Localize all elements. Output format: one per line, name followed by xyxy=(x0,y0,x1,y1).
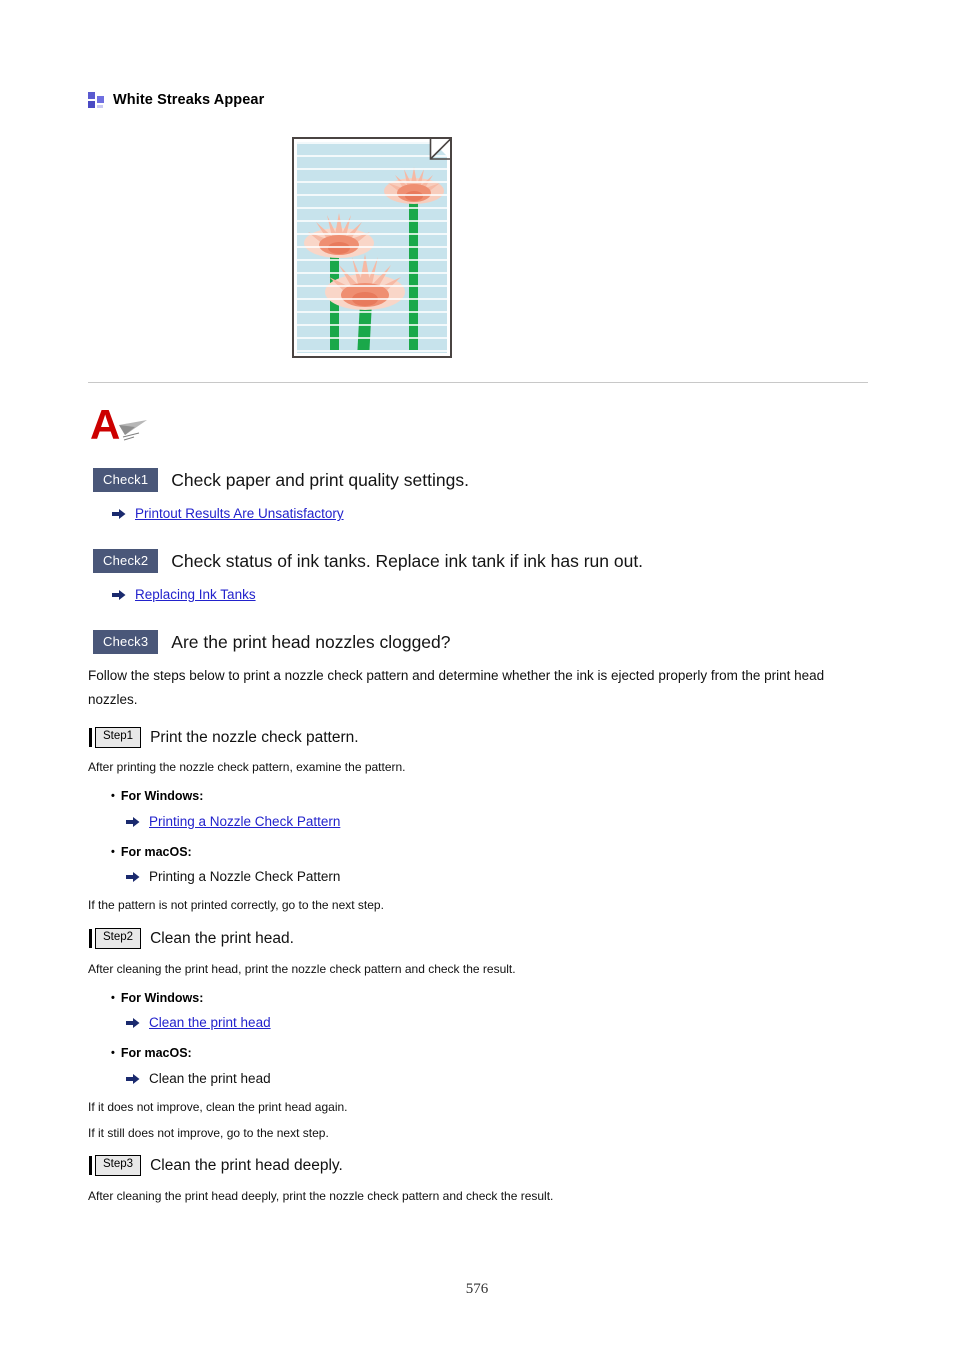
bullet-dot-icon: • xyxy=(111,790,115,802)
check-title-1: Check paper and print quality settings. xyxy=(171,469,469,490)
sample-paper-inner xyxy=(297,142,447,353)
page-title-text: White Streaks Appear xyxy=(113,92,265,108)
check-badge-1: Check1 xyxy=(93,468,159,492)
link-printout-results-are-unsatisfactory[interactable]: Printout Results Are Unsatisfactory xyxy=(135,506,344,521)
step-badge-2-label: Step2 xyxy=(95,928,142,949)
check-title-2: Check status of ink tanks. Replace ink t… xyxy=(171,550,644,571)
page-corner-fold-outline xyxy=(429,139,450,160)
step-badge-2: Step2 xyxy=(89,928,142,949)
arrow-right-icon xyxy=(126,1017,140,1028)
check-row-2: Check2 Check status of ink tanks. Replac… xyxy=(93,549,643,573)
step-2-macos-label: • For macOS: xyxy=(111,1046,192,1060)
text-clean-the-print-head-macos: Clean the print head xyxy=(149,1071,271,1086)
document-page: White Streaks Appear A Check1 Check pape… xyxy=(0,0,954,1350)
check-1-link-row[interactable]: Printout Results Are Unsatisfactory xyxy=(112,506,344,521)
step-2-windows-label: • For Windows: xyxy=(111,991,203,1005)
arrow-right-icon xyxy=(112,589,126,600)
step-badge-3-label: Step3 xyxy=(95,1155,142,1176)
step-2-after-text-1: If it does not improve, clean the print … xyxy=(88,1100,348,1114)
bullet-dot-icon: • xyxy=(111,992,115,1004)
check-row-1: Check1 Check paper and print quality set… xyxy=(93,468,469,492)
link-printing-a-nozzle-check-pattern-windows[interactable]: Printing a Nozzle Check Pattern xyxy=(149,814,340,829)
link-clean-the-print-head-windows[interactable]: Clean the print head xyxy=(149,1015,271,1030)
arrow-right-icon xyxy=(126,871,140,882)
step-title-3: Clean the print head deeply. xyxy=(150,1156,343,1174)
step-1-macos-label: • For macOS: xyxy=(111,845,192,859)
step-1-windows-label-text: For Windows: xyxy=(120,789,204,803)
flower-top-right xyxy=(384,167,444,204)
step-row-1: Step1 Print the nozzle check pattern. xyxy=(89,727,359,748)
step-2-after-text-2: If it still does not improve, go to the … xyxy=(88,1126,329,1140)
step-1-macos-link-row: Printing a Nozzle Check Pattern xyxy=(126,869,340,884)
answer-a-icon: A xyxy=(90,403,147,445)
arrow-right-icon xyxy=(112,508,126,519)
link-replacing-ink-tanks[interactable]: Replacing Ink Tanks xyxy=(135,587,256,602)
step-row-3: Step3 Clean the print head deeply. xyxy=(89,1155,343,1176)
step-2-windows-link-row[interactable]: Clean the print head xyxy=(126,1015,271,1030)
flower-stem-right xyxy=(409,190,418,350)
arrow-right-icon xyxy=(126,1073,140,1084)
section-divider xyxy=(88,382,868,383)
step-title-2: Clean the print head. xyxy=(150,929,294,947)
step-1-macos-label-text: For macOS: xyxy=(120,845,192,859)
step-1-after-text-1: If the pattern is not printed correctly,… xyxy=(88,898,384,912)
intro-paragraph: Follow the steps below to print a nozzle… xyxy=(88,668,825,707)
step-1-windows-link-row[interactable]: Printing a Nozzle Check Pattern xyxy=(126,814,340,829)
text-printing-a-nozzle-check-pattern-macos: Printing a Nozzle Check Pattern xyxy=(149,869,341,884)
bullet-dot-icon: • xyxy=(111,1047,115,1059)
check-title-3: Are the print head nozzles clogged? xyxy=(171,631,451,652)
step-row-2: Step2 Clean the print head. xyxy=(89,928,294,949)
bullet-dot-icon: • xyxy=(111,846,115,858)
page-number: 576 xyxy=(465,1281,489,1297)
svg-text:A: A xyxy=(90,403,120,445)
blocks-icon xyxy=(88,92,104,108)
step-badge-3: Step3 xyxy=(89,1155,142,1176)
arrow-right-icon xyxy=(126,816,140,827)
step-2-windows-label-text: For Windows: xyxy=(120,991,204,1005)
step-2-macos-label-text: For macOS: xyxy=(120,1046,192,1060)
step-2-macos-link-row: Clean the print head xyxy=(126,1071,271,1086)
printed-sample-figure xyxy=(292,137,452,358)
flower-center-large xyxy=(325,254,405,310)
sample-paper xyxy=(292,137,452,358)
check-2-link-row[interactable]: Replacing Ink Tanks xyxy=(112,587,256,602)
check-badge-3: Check3 xyxy=(93,630,159,654)
step-3-note: After cleaning the print head deeply, pr… xyxy=(88,1189,554,1203)
step-1-windows-label: • For Windows: xyxy=(111,789,203,803)
page-title: White Streaks Appear xyxy=(88,92,264,108)
check-row-3: Check3 Are the print head nozzles clogge… xyxy=(93,630,451,654)
step-1-note: After printing the nozzle check pattern,… xyxy=(88,760,406,774)
step-badge-1-label: Step1 xyxy=(95,727,142,748)
step-title-1: Print the nozzle check pattern. xyxy=(150,728,359,746)
check-badge-2: Check2 xyxy=(93,549,159,573)
step-badge-1: Step1 xyxy=(89,727,142,748)
step-2-note: After cleaning the print head, print the… xyxy=(88,962,516,976)
